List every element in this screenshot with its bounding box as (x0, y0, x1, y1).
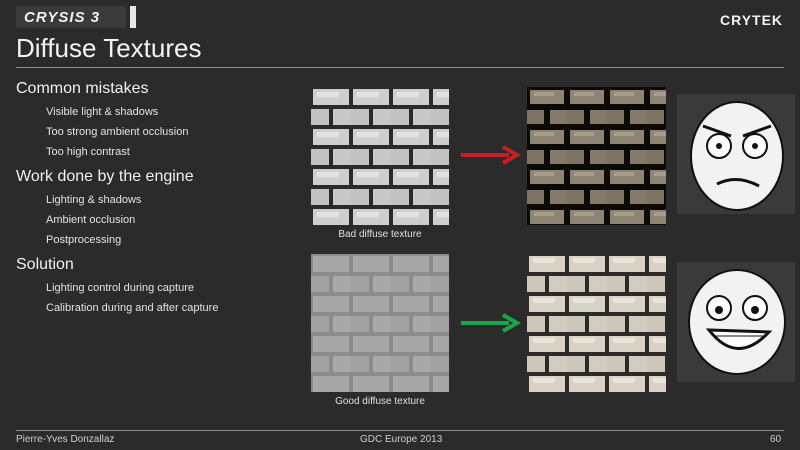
good-texture-image (311, 254, 449, 392)
green-arrow-icon (461, 313, 522, 333)
bullet-lighting-control: Lighting control during capture (46, 282, 194, 294)
crysis-logo-text: CRYSIS 3 (24, 9, 101, 26)
bullet-postprocessing: Postprocessing (46, 234, 122, 246)
good-render-image (527, 254, 666, 392)
slide-title: Diffuse Textures (16, 33, 202, 63)
good-texture-caption: Good diffuse texture (335, 396, 425, 407)
page-number: 60 (770, 434, 782, 445)
footer-divider (16, 430, 784, 431)
bullet-lighting-shadows: Lighting & shadows (46, 194, 142, 206)
bad-texture-caption: Bad diffuse texture (338, 229, 422, 240)
angry-face-icon (677, 94, 795, 214)
bullet-ambient-occlusion: Ambient occlusion (46, 214, 136, 226)
footer-event: GDC Europe 2013 (360, 434, 443, 445)
bad-texture-image (311, 87, 449, 225)
footer-author: Pierre-Yves Donzallaz (16, 434, 115, 445)
section-heading-engine-work: Work done by the engine (16, 168, 194, 185)
bullet-strong-ao: Too strong ambient occlusion (46, 126, 189, 138)
title-divider (16, 67, 784, 68)
happy-face-icon (677, 262, 795, 382)
bad-render-image (527, 87, 666, 225)
section-heading-solution: Solution (16, 256, 74, 273)
bullet-visible-light: Visible light & shadows (46, 106, 159, 118)
crytek-logo: CRYTEK (720, 12, 784, 28)
bullet-calibration: Calibration during and after capture (46, 302, 219, 314)
section-heading-common-mistakes: Common mistakes (16, 80, 149, 97)
red-arrow-icon (461, 145, 522, 165)
bullet-high-contrast: Too high contrast (46, 146, 130, 158)
